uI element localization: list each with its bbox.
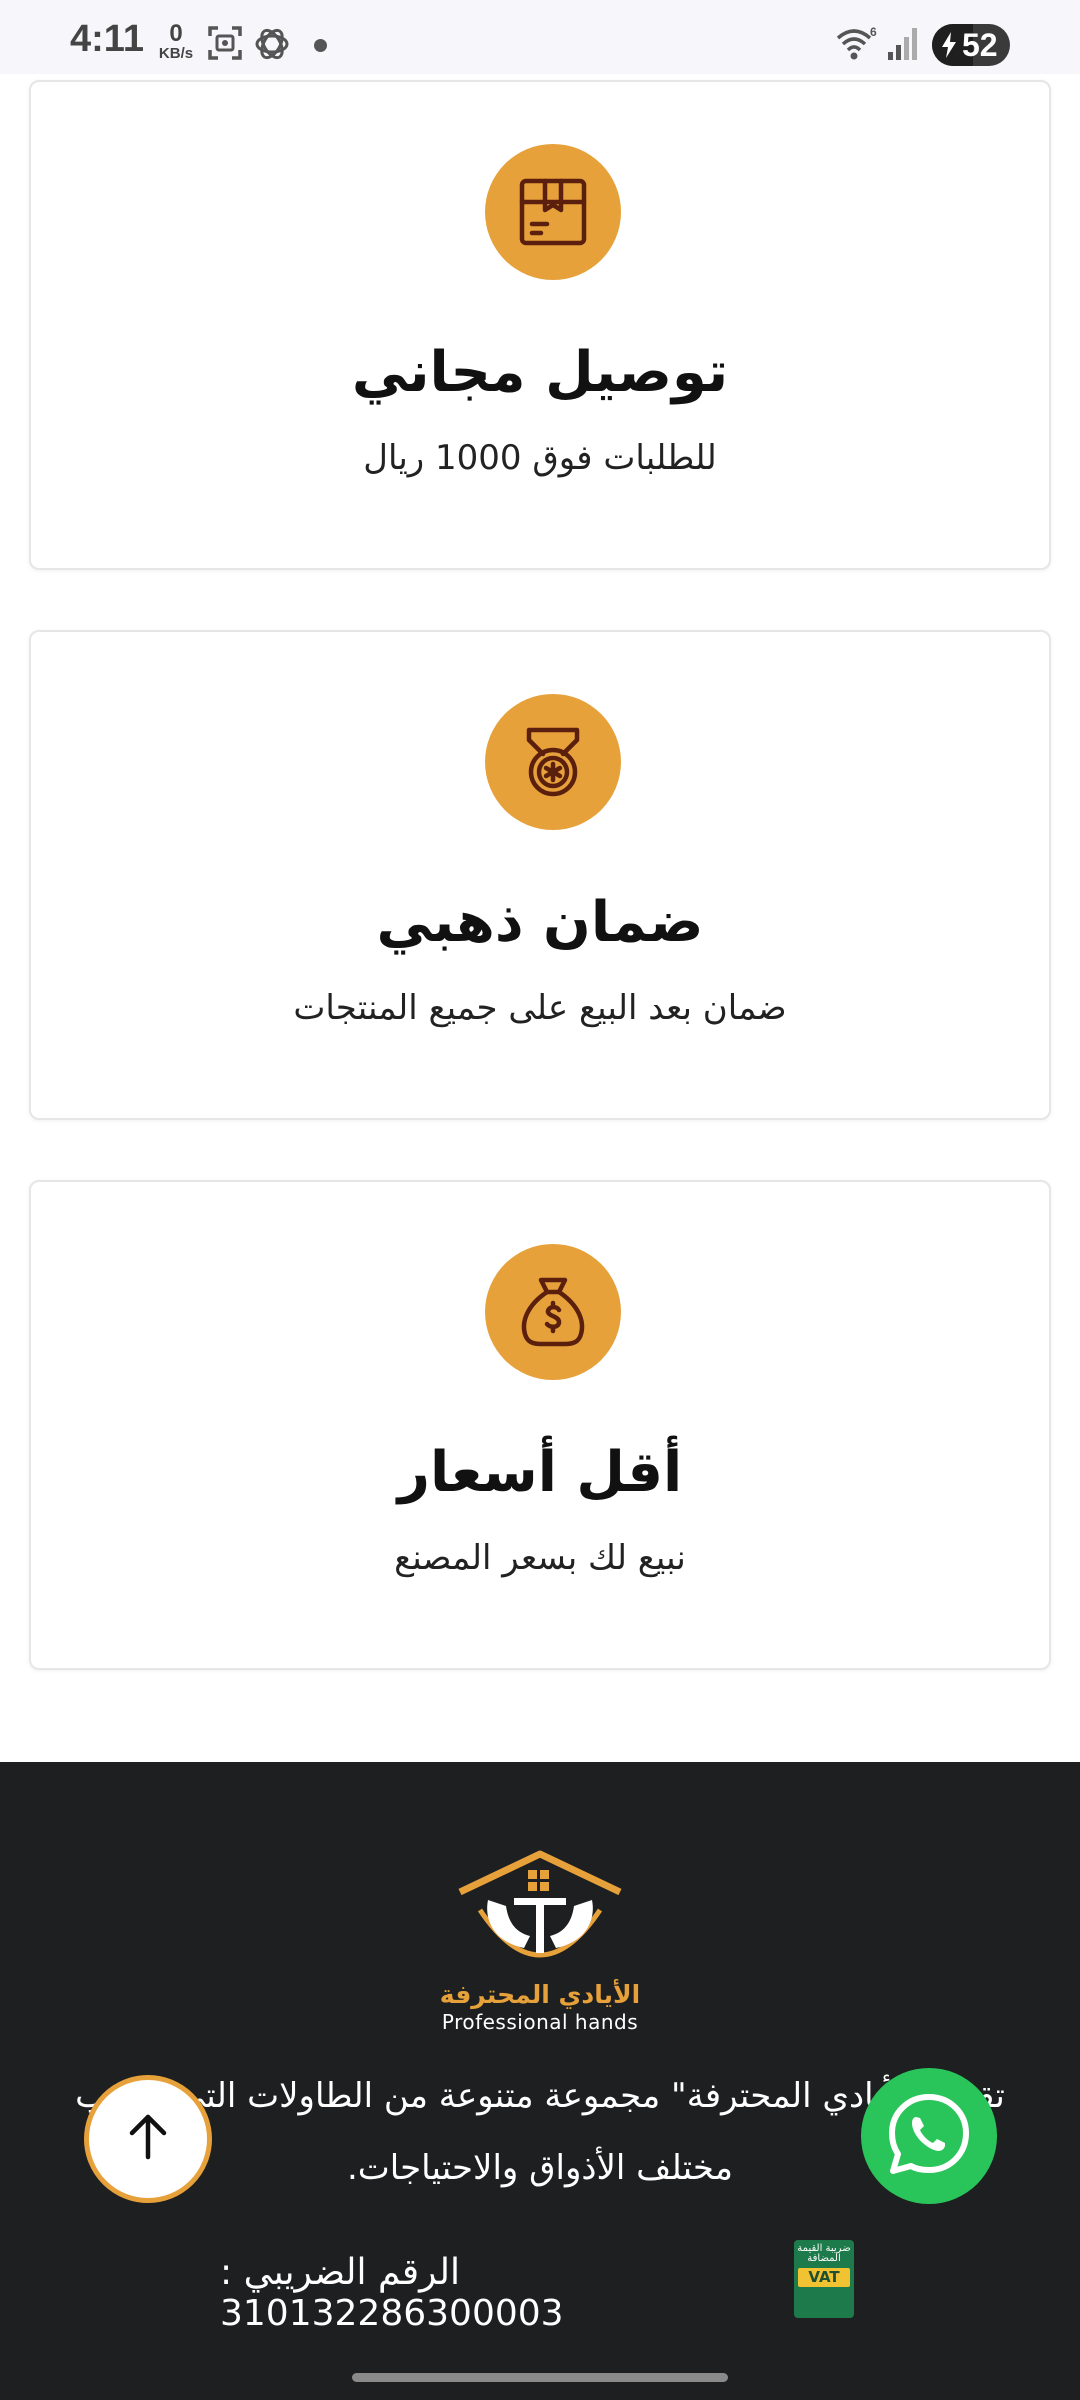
tax-number-row: الرقم الضريبي : 310132286300003 ضريبة ال…	[0, 2240, 1080, 2334]
scroll-to-top-button[interactable]	[84, 2075, 212, 2203]
home-indicator[interactable]	[352, 2373, 728, 2382]
feature-card-free-delivery: توصيل مجاني للطلبات فوق 1000 ريال	[29, 80, 1051, 570]
feature-card-lowest-prices: أقل أسعار نبيع لك بسعر المصنع	[29, 1180, 1051, 1670]
whatsapp-button[interactable]	[861, 2068, 997, 2204]
battery-percent: 52	[962, 27, 998, 63]
battery-icon: 52	[932, 24, 1010, 66]
medal-icon	[485, 694, 621, 830]
feature-title: توصيل مجاني	[351, 340, 729, 405]
whatsapp-icon	[886, 2091, 972, 2181]
feature-subtitle: ضمان بعد البيع على جميع المنتجات	[293, 988, 787, 1028]
vat-badge-arabic: ضريبة القيمة المضافة	[797, 2243, 851, 2264]
status-time: 4:11	[70, 18, 144, 60]
brand-name-english: Professional hands	[441, 2010, 639, 2034]
feature-subtitle: نبيع لك بسعر المصنع	[394, 1538, 686, 1578]
feature-title: أقل أسعار	[397, 1440, 683, 1505]
feature-title: ضمان ذهبي	[376, 890, 704, 955]
arrow-up-icon	[120, 2109, 176, 2169]
status-bar: 4:11 0 KB/s 6 52	[0, 0, 1080, 74]
screenshot-icon	[206, 24, 244, 66]
feature-card-warranty: ضمان ذهبي ضمان بعد البيع على جميع المنتج…	[29, 630, 1051, 1120]
notification-dot	[314, 39, 327, 52]
network-speed: 0 KB/s	[156, 20, 196, 62]
wifi-icon: 6	[834, 24, 878, 68]
brand-name-arabic: الأيادي المحترفة	[439, 1980, 641, 2009]
charging-bolt-icon	[940, 32, 958, 62]
feature-subtitle: للطلبات فوق 1000 ريال	[363, 438, 717, 478]
brand-logo[interactable]	[440, 1850, 640, 1970]
vat-badge: ضريبة القيمة المضافة VAT	[794, 2240, 854, 2318]
network-speed-unit: KB/s	[158, 45, 194, 62]
money-bag-icon	[485, 1244, 621, 1380]
box-icon	[485, 144, 621, 280]
network-speed-value: 0	[169, 20, 183, 47]
vat-badge-label: VAT	[798, 2268, 850, 2287]
svg-text:6: 6	[870, 25, 877, 39]
signal-icon	[886, 24, 920, 68]
tax-number: الرقم الضريبي : 310132286300003	[220, 2252, 564, 2334]
chatgpt-icon	[252, 24, 292, 68]
